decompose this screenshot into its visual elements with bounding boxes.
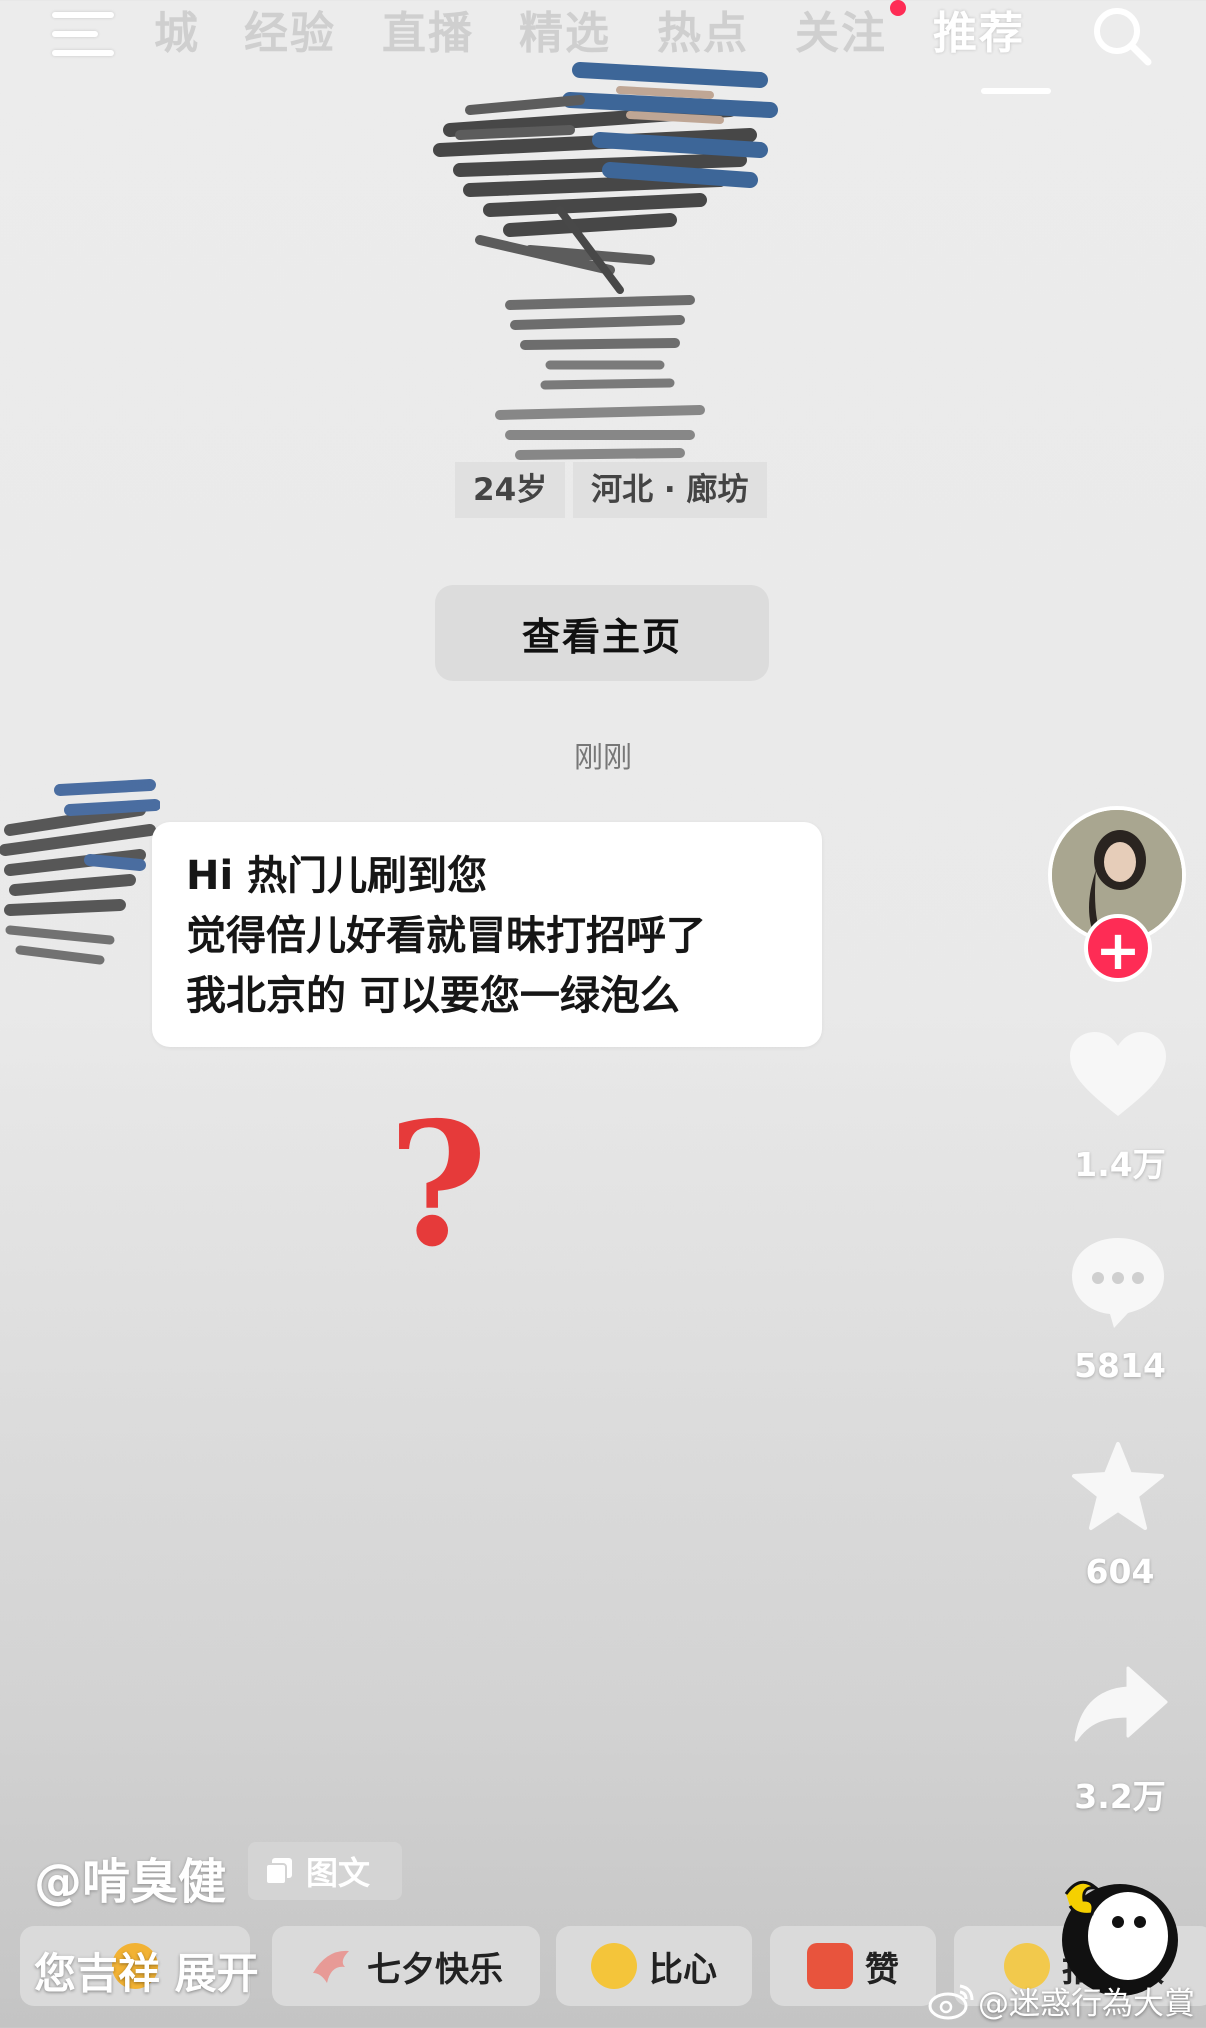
message-timestamp: 刚刚: [573, 740, 632, 774]
post-type-label: 图文: [306, 1854, 371, 1892]
watermark-text: @迷惑行為大賞: [978, 1986, 1195, 2022]
redacted-profile-name: [495, 295, 705, 460]
magpie-icon: [313, 1950, 349, 1983]
location-tag: 河北 · 廊坊: [573, 462, 767, 518]
like-count: 1.4万: [1074, 1145, 1166, 1184]
age-tag: 24岁: [455, 462, 566, 518]
quick-comment-chip-like[interactable]: 赞: [770, 1926, 936, 2006]
finger-heart-emoji-icon: [591, 1943, 637, 1989]
comment-count: 5814: [1074, 1346, 1166, 1385]
redacted-sender-avatar: [0, 779, 160, 965]
question-mark-annotation: ?: [388, 1085, 488, 1285]
tab-city[interactable]: 城: [154, 4, 200, 64]
heart-icon[interactable]: [1068, 1030, 1168, 1120]
active-tab-indicator: [981, 88, 1051, 94]
message-line-3: 我北京的 可以要您一绿泡么: [186, 973, 680, 1019]
image-post-icon: [265, 1858, 292, 1885]
post-caption[interactable]: 您吉祥 展开: [34, 1940, 259, 2001]
message-bubble: Hi 热门儿刷到您 觉得倍儿好看就冒昧打招呼了 我北京的 可以要您一绿泡么: [152, 822, 822, 1047]
post-type-badge: 图文: [248, 1842, 402, 1900]
favorite-count: 604: [1085, 1552, 1155, 1591]
tab-experience[interactable]: 经验: [244, 4, 336, 64]
share-icon[interactable]: [1072, 1664, 1168, 1744]
comment-icon[interactable]: [1068, 1234, 1168, 1330]
author-name[interactable]: @啃臭健: [34, 1842, 226, 1912]
share-count: 3.2万: [1074, 1777, 1166, 1816]
view-profile-button[interactable]: 查看主页: [435, 585, 769, 681]
cartoon-sticker-icon: [1062, 1880, 1178, 1996]
thumbs-up-emoji-icon: [807, 1943, 853, 1989]
message-line-2: 觉得倍儿好看就冒昧打招呼了: [186, 913, 706, 959]
tab-recommended[interactable]: 推荐: [933, 4, 1025, 64]
profile-tags: 24岁 河北 · 廊坊: [455, 462, 775, 518]
quick-comment-label: 七夕快乐: [367, 1949, 503, 1990]
follow-button[interactable]: +: [1084, 914, 1152, 982]
quick-comment-label: 赞: [865, 1949, 899, 1990]
quick-comment-chip-heart[interactable]: 比心: [556, 1926, 752, 2006]
weibo-icon: [928, 1984, 974, 2020]
menu-icon[interactable]: [52, 8, 114, 60]
notification-dot: [890, 0, 906, 16]
quick-comment-label: 比心: [649, 1949, 717, 1990]
tab-following[interactable]: 关注: [795, 4, 887, 64]
star-icon[interactable]: [1070, 1440, 1166, 1532]
message-line-1: Hi 热门儿刷到您: [186, 853, 488, 899]
quick-comment-chip-qixi[interactable]: 七夕快乐: [272, 1926, 540, 2006]
search-icon[interactable]: [1090, 4, 1154, 68]
redacted-profile-image: [433, 62, 778, 294]
